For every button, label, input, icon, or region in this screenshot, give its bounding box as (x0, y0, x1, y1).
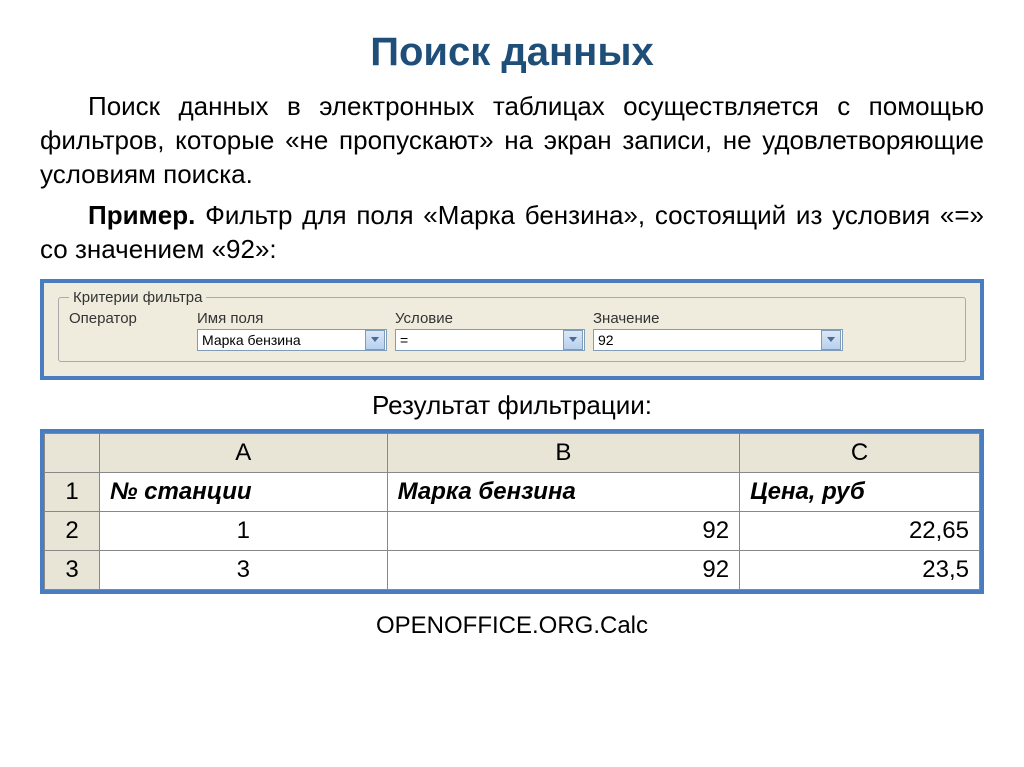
footer-caption: OPENOFFICE.ORG.Calc (40, 612, 984, 640)
cell[interactable]: 23,5 (740, 550, 980, 589)
cell[interactable]: 92 (387, 511, 740, 550)
spreadsheet-panel: A B C 1 № станции Марка бензина Цена, ру… (40, 429, 984, 594)
value-combobox[interactable]: 92 (593, 329, 843, 351)
row-header[interactable]: 1 (45, 472, 100, 511)
paragraph-example: Пример. Фильтр для поля «Марка бензина»,… (40, 199, 984, 267)
table-row: 1 № станции Марка бензина Цена, руб (45, 472, 980, 511)
page-title: Поиск данных (40, 30, 984, 75)
table-row: 2 1 92 22,65 (45, 511, 980, 550)
table-col-header-row: A B C (45, 433, 980, 472)
spreadsheet-table: A B C 1 № станции Марка бензина Цена, ру… (44, 433, 980, 590)
cell-header[interactable]: Марка бензина (387, 472, 740, 511)
condition-value: = (400, 332, 562, 348)
cell[interactable]: 1 (100, 511, 388, 550)
cell[interactable]: 22,65 (740, 511, 980, 550)
col-header[interactable]: C (740, 433, 980, 472)
filter-legend: Критерии фильтра (69, 289, 206, 306)
cell[interactable]: 92 (387, 550, 740, 589)
col-header[interactable]: B (387, 433, 740, 472)
filter-header-operator: Оператор (69, 310, 189, 329)
chevron-down-icon[interactable] (821, 330, 841, 350)
condition-combobox[interactable]: = (395, 329, 585, 351)
example-label: Пример. (88, 200, 195, 230)
col-header[interactable]: A (100, 433, 388, 472)
chevron-down-icon[interactable] (365, 330, 385, 350)
filter-header-value: Значение (593, 310, 843, 329)
table-row: 3 3 92 23,5 (45, 550, 980, 589)
filter-header-fieldname: Имя поля (197, 310, 387, 329)
chevron-down-icon[interactable] (563, 330, 583, 350)
fieldname-combobox[interactable]: Марка бензина (197, 329, 387, 351)
result-label: Результат фильтрации: (40, 390, 984, 421)
row-header[interactable]: 3 (45, 550, 100, 589)
cell[interactable]: 3 (100, 550, 388, 589)
filter-panel: Критерии фильтра Оператор Имя поля Марка… (40, 279, 984, 380)
filter-header-condition: Условие (395, 310, 585, 329)
paragraph-intro: Поиск данных в электронных таблицах осущ… (40, 90, 984, 191)
filter-criteria-group: Критерии фильтра Оператор Имя поля Марка… (58, 289, 966, 362)
value-value: 92 (598, 332, 820, 348)
row-header[interactable]: 2 (45, 511, 100, 550)
cell-header[interactable]: № станции (100, 472, 388, 511)
cell-header[interactable]: Цена, руб (740, 472, 980, 511)
fieldname-value: Марка бензина (202, 332, 364, 348)
corner-cell (45, 433, 100, 472)
